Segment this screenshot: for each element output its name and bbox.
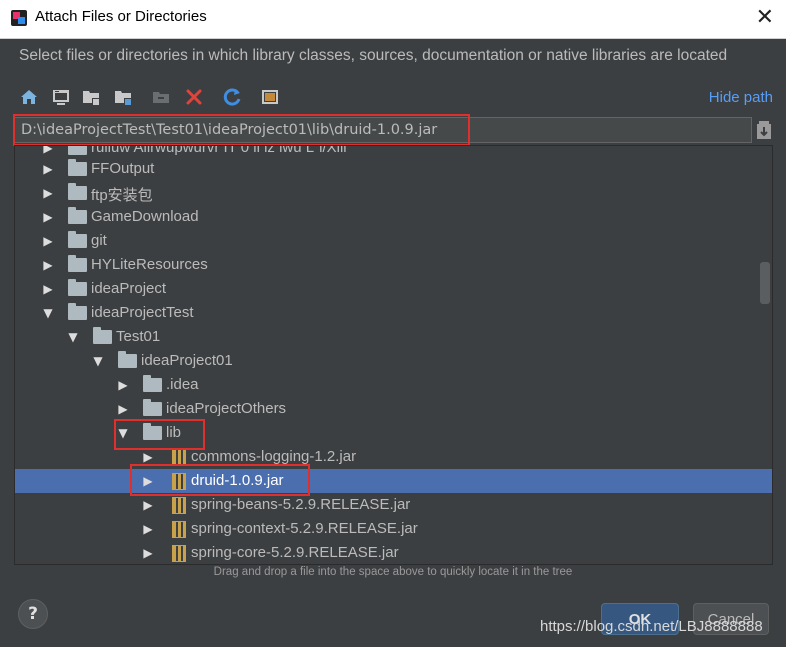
tree-row-label: spring-core-5.2.9.RELEASE.jar	[191, 544, 399, 561]
folder-icon	[93, 327, 113, 345]
hide-path-link[interactable]: Hide path	[709, 89, 773, 106]
collapse-arrow-icon[interactable]: ▶	[141, 497, 155, 513]
tree-row-jar[interactable]: ▶ spring-beans-5.2.9.RELEASE.jar	[15, 493, 772, 517]
collapse-arrow-icon[interactable]: ▶	[41, 233, 55, 249]
collapse-arrow-icon[interactable]: ▶	[141, 545, 155, 561]
folder-icon	[68, 255, 88, 273]
tree-row-label: commons-logging-1.2.jar	[191, 448, 357, 465]
collapse-arrow-icon[interactable]: ▶	[141, 473, 155, 489]
tree-row-folder[interactable]: ▶ ftp安装包	[15, 181, 772, 205]
intellij-app-icon	[11, 10, 27, 26]
path-field-container	[14, 117, 752, 143]
tree-row-jar[interactable]: ▶ spring-context-5.2.9.RELEASE.jar	[15, 517, 772, 541]
refresh-icon[interactable]	[221, 86, 243, 108]
tree-row-label: ideaProjectOthers	[166, 400, 287, 417]
folder-icon	[118, 351, 138, 369]
jar-icon	[168, 521, 188, 538]
tree-row-folder[interactable]: ▼ Test01	[15, 325, 772, 349]
collapse-arrow-icon[interactable]: ▶	[41, 209, 55, 225]
jar-icon	[168, 449, 188, 466]
tree-row-folder[interactable]: ▶ HYLiteResources	[15, 253, 772, 277]
collapse-arrow-icon[interactable]: ▶	[41, 146, 55, 156]
tree-scrollbar-thumb[interactable]	[760, 262, 770, 304]
title-bar: Attach Files or Directories ✕	[0, 0, 786, 39]
collapse-arrow-icon[interactable]: ▶	[41, 281, 55, 297]
collapse-arrow-icon[interactable]: ▶	[116, 377, 130, 393]
tree-row-label: ftp安装包	[91, 187, 153, 204]
tree-row-label: lib	[166, 424, 182, 441]
tree-row-folder[interactable]: ▼ ideaProjectTest	[15, 301, 772, 325]
delete-icon[interactable]	[183, 86, 205, 108]
dialog-description: Select files or directories in which lib…	[19, 47, 728, 64]
jar-icon	[168, 545, 188, 562]
expand-arrow-icon[interactable]: ▼	[66, 329, 80, 345]
tree-row-label: FFOutput	[91, 160, 155, 177]
tree-row-label: spring-context-5.2.9.RELEASE.jar	[191, 520, 418, 537]
tree-row-folder[interactable]: ▶ .idea	[15, 373, 772, 397]
desktop-icon[interactable]	[50, 86, 72, 108]
tree-row-folder[interactable]: ▶ ideaProjectOthers	[15, 397, 772, 421]
tree-row-folder[interactable]: ▼ ideaProject01	[15, 349, 772, 373]
collapse-arrow-icon[interactable]: ▶	[116, 401, 130, 417]
csdn-watermark: https://blog.csdn.net/LBJ8888888	[540, 618, 763, 635]
folder-icon	[68, 146, 88, 156]
tree-row-label: ruiiuw Aiirwupwurvr IT 0 ii iz iwu Lˇl/X…	[91, 145, 347, 156]
tree-row-label: ideaProject	[91, 280, 167, 297]
folder-icon	[68, 207, 88, 225]
help-button[interactable]: ?	[18, 599, 48, 629]
tree-row-label: .idea	[166, 376, 199, 393]
tree-row-label: spring-beans-5.2.9.RELEASE.jar	[191, 496, 411, 513]
folder-icon	[68, 231, 88, 249]
tree-row-jar[interactable]: ▶ spring-core-5.2.9.RELEASE.jar	[15, 541, 772, 564]
collapse-arrow-icon[interactable]: ▶	[41, 185, 55, 201]
folder-icon	[68, 183, 88, 201]
folder-icon	[143, 399, 163, 417]
tree-row-folder[interactable]: ▶ FFOutput	[15, 157, 772, 181]
tree-row-label: HYLiteResources	[91, 256, 208, 273]
browse-path-icon[interactable]	[756, 120, 772, 140]
folder-icon	[68, 303, 88, 321]
collapse-arrow-icon[interactable]: ▶	[141, 449, 155, 465]
home-icon[interactable]	[18, 86, 40, 108]
drag-drop-hint: Drag and drop a file into the space abov…	[213, 566, 573, 578]
tree-row-jar[interactable]: ▶ druid-1.0.9.jar	[15, 469, 772, 493]
new-folder-icon[interactable]	[150, 86, 172, 108]
expand-arrow-icon[interactable]: ▼	[41, 305, 55, 321]
expand-arrow-icon[interactable]: ▼	[116, 425, 130, 441]
close-icon[interactable]: ✕	[756, 4, 774, 32]
folder-icon	[68, 279, 88, 297]
tree-row-label: ideaProjectTest	[91, 304, 194, 321]
module-icon[interactable]	[112, 86, 134, 108]
folder-icon	[68, 159, 88, 177]
tree-row-folder[interactable]: ▶ ideaProject	[15, 277, 772, 301]
tree-row-jar[interactable]: ▶ commons-logging-1.2.jar	[15, 445, 772, 469]
collapse-arrow-icon[interactable]: ▶	[41, 161, 55, 177]
folder-icon	[143, 423, 163, 441]
folder-icon	[143, 375, 163, 393]
jar-icon	[168, 473, 188, 490]
tree-row-folder[interactable]: ▼ lib	[15, 421, 772, 445]
tree-row-label: Test01	[116, 328, 161, 345]
collapse-arrow-icon[interactable]: ▶	[41, 257, 55, 273]
tree-row-label: git	[91, 232, 107, 249]
tree-row-label: ideaProject01	[141, 352, 233, 369]
tree-row-folder[interactable]: ▶ git	[15, 229, 772, 253]
tree-row-label: druid-1.0.9.jar	[191, 472, 284, 489]
collapse-arrow-icon[interactable]: ▶	[141, 521, 155, 537]
path-input[interactable]	[21, 120, 741, 140]
project-icon[interactable]	[80, 86, 102, 108]
show-hidden-icon[interactable]	[259, 86, 281, 108]
window-title: Attach Files or Directories	[35, 8, 207, 25]
tree-row-label: GameDownload	[91, 208, 199, 225]
tree-row-folder[interactable]: ▶ GameDownload	[15, 205, 772, 229]
file-tree[interactable]: ▶ ruiiuw Aiirwupwurvr IT 0 ii iz iwu Lˇl…	[14, 145, 773, 565]
jar-icon	[168, 497, 188, 514]
expand-arrow-icon[interactable]: ▼	[91, 353, 105, 369]
